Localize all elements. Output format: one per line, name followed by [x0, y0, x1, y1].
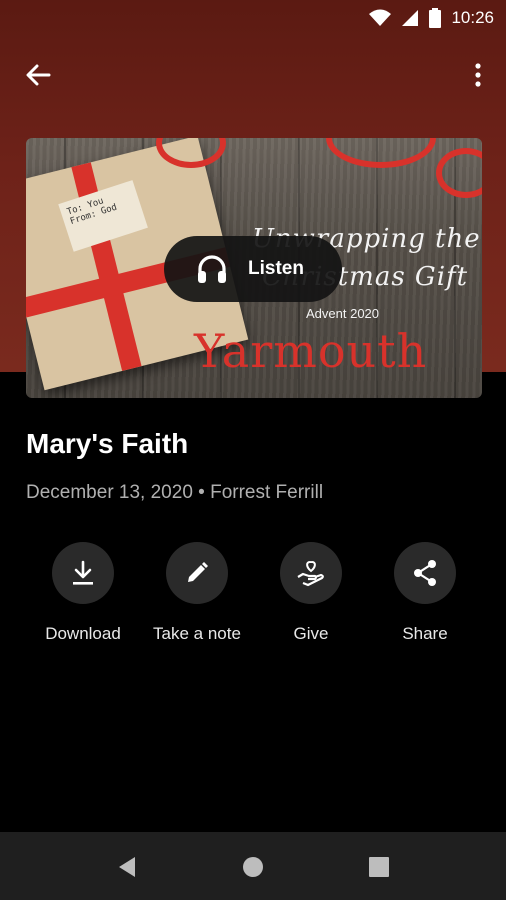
artwork-subtitle: Advent 2020 [306, 306, 380, 321]
arrow-back-icon [26, 64, 51, 86]
status-time: 10:26 [451, 8, 494, 27]
give-label: Give [293, 624, 329, 643]
artwork-location: Yarmouth [194, 324, 428, 378]
share-label: Share [402, 624, 448, 643]
download-icon [73, 560, 93, 585]
gift-tag: To: You From: God [58, 180, 148, 252]
headphones-icon [198, 255, 226, 283]
share-button[interactable]: Share [360, 542, 490, 644]
give-button[interactable]: Give [246, 542, 376, 644]
give-heart-hand-icon [297, 560, 324, 587]
sermon-meta: December 13, 2020 • Forrest Ferrill [26, 482, 323, 504]
listen-button[interactable]: Listen [164, 236, 342, 302]
signal-icon [401, 9, 419, 27]
more-options-button[interactable] [466, 58, 490, 92]
download-label: Download [45, 624, 121, 643]
sermon-speaker: Forrest Ferrill [210, 482, 324, 503]
take-note-label: Take a note [153, 624, 241, 643]
nav-back-button[interactable] [112, 852, 142, 882]
nav-back-icon [119, 857, 135, 877]
meta-separator: • [198, 482, 205, 503]
more-vert-icon [475, 63, 481, 87]
sermon-title: Mary's Faith [26, 428, 189, 459]
status-bar: 10:26 [0, 0, 506, 36]
download-button[interactable]: Download [18, 542, 148, 644]
share-icon [414, 560, 436, 586]
sermon-date: December 13, 2020 [26, 482, 193, 503]
system-nav-bar [0, 832, 506, 900]
battery-icon [429, 8, 442, 28]
nav-recents-button[interactable] [364, 852, 394, 882]
nav-home-icon [243, 857, 263, 877]
nav-home-button[interactable] [238, 852, 268, 882]
nav-recents-icon [369, 857, 389, 877]
take-note-button[interactable]: Take a note [132, 542, 262, 644]
wifi-icon [369, 9, 392, 27]
app-bar [0, 50, 506, 98]
pencil-icon [188, 562, 208, 582]
listen-label: Listen [248, 258, 304, 279]
action-row: Download Take a note Give Share [0, 542, 506, 652]
back-button[interactable] [18, 58, 58, 92]
